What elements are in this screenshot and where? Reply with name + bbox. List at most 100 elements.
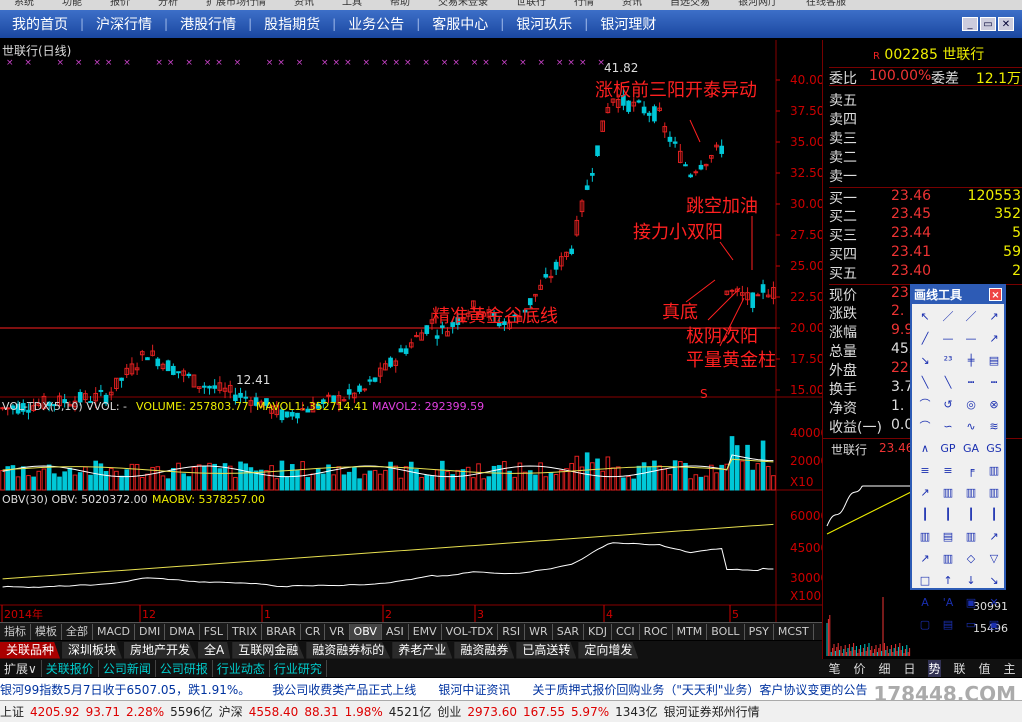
indicator-tab[interactable]: CCI [612, 623, 640, 640]
draw-tool-button[interactable]: ┅ [960, 372, 982, 393]
draw-tool-button[interactable]: ▥ [937, 548, 959, 569]
indicator-tab[interactable]: EMV [409, 623, 442, 640]
draw-tool-button[interactable]: ↗ [983, 306, 1005, 327]
indicator-tab[interactable]: CR [301, 623, 326, 640]
top-menu-item[interactable]: 资讯 [294, 0, 314, 8]
top-menu-item[interactable]: 自选交易 [670, 0, 710, 8]
draw-tool-button[interactable]: ↗ [914, 548, 936, 569]
draw-tool-button[interactable]: ／ [960, 306, 982, 327]
right-tab[interactable]: 日 [903, 660, 915, 677]
draw-tool-button[interactable]: ✕ [983, 592, 1005, 613]
draw-tool-button[interactable]: ▣ [960, 592, 982, 613]
indicator-tab[interactable]: FSL [200, 623, 228, 640]
draw-tool-button[interactable]: ↺ [937, 394, 959, 415]
draw-tool-button[interactable]: GP [937, 438, 959, 459]
nav-home[interactable]: 我的首页 [0, 14, 80, 34]
draw-tool-button[interactable]: ┃ [960, 504, 982, 525]
top-menu-item[interactable]: 行情 [574, 0, 594, 8]
draw-tool-button[interactable]: ↓ [960, 570, 982, 591]
sector-tab[interactable]: 已高送转 [516, 641, 577, 659]
indicator-tab[interactable]: PSY [745, 623, 774, 640]
kline-chart-area[interactable]: 40.00 37.50 35.00 32.50 30.00 27.50 25.00 22.50… [0, 40, 828, 622]
nav-galaxy-finance[interactable]: 银河理财 [588, 14, 668, 34]
indicator-tab[interactable]: ASI [382, 623, 409, 640]
top-menu-item[interactable]: 世联行 [516, 0, 546, 8]
ticker-item[interactable]: 我公司收费类产品正式上线 [272, 681, 416, 698]
draw-tool-close-icon[interactable]: × [989, 288, 1002, 301]
draw-tool-button[interactable]: ▥ [960, 482, 982, 503]
indicator-tab[interactable]: SAR [553, 623, 585, 640]
right-tab[interactable]: 细 [878, 660, 890, 677]
draw-tool-button[interactable]: ↗ [983, 328, 1005, 349]
draw-tool-button[interactable]: □ [914, 570, 936, 591]
draw-tool-button[interactable]: ≋ [983, 416, 1005, 437]
info-tab[interactable]: 公司新闻 [99, 659, 156, 677]
top-menu-item[interactable]: 银河网厅 [738, 0, 778, 8]
draw-tool-button[interactable]: ◎ [960, 394, 982, 415]
info-tab[interactable]: 关联报价 [42, 659, 99, 677]
draw-tool-titlebar[interactable]: 画线工具 × [912, 286, 1004, 304]
draw-tool-button[interactable]: ⌒ [914, 394, 936, 415]
right-tab[interactable]: 笔 [828, 660, 840, 677]
draw-tool-button[interactable]: ╲ [937, 372, 959, 393]
draw-tool-button[interactable]: ▤ [937, 614, 959, 635]
nav-galaxy-fun[interactable]: 银河玖乐 [504, 14, 584, 34]
sector-tab[interactable]: 定向增发 [578, 641, 639, 659]
minimize-icon[interactable]: _ [962, 17, 978, 31]
draw-tool-button[interactable]: ▥ [914, 526, 936, 547]
ticker-item[interactable]: 银河中证资讯 [438, 681, 510, 698]
indicator-tab[interactable]: WR [525, 623, 553, 640]
draw-tool-button[interactable]: ┅ [983, 372, 1005, 393]
draw-tool-button[interactable]: ≡ [914, 460, 936, 481]
info-tab[interactable]: 行业研究 [270, 659, 327, 677]
sector-tab[interactable]: 全A [198, 641, 231, 659]
indicator-tab[interactable]: MCST [774, 623, 814, 640]
indicator-tab[interactable]: MACD [93, 623, 135, 640]
draw-tool-button[interactable]: ▣ [983, 614, 1005, 635]
indicator-tab[interactable]: DMA [165, 623, 200, 640]
sector-tab[interactable]: 融资融券标的 [306, 641, 391, 659]
nav-hs-quotes[interactable]: 沪深行情 [84, 14, 164, 34]
sector-tab[interactable]: 互联网金融 [232, 641, 305, 659]
draw-tool-button[interactable]: ↘ [983, 570, 1005, 591]
draw-tool-button[interactable]: ⌒ [914, 416, 936, 437]
indicator-tab[interactable]: TRIX [228, 623, 263, 640]
close-icon[interactable]: ✕ [998, 17, 1014, 31]
info-tab[interactable]: 公司研报 [156, 659, 213, 677]
draw-tool-button[interactable]: ／ [937, 306, 959, 327]
indicator-tab[interactable]: 全部 [62, 623, 93, 640]
draw-tool-button[interactable]: ⊗ [983, 394, 1005, 415]
top-menu-item[interactable]: 分析 [158, 0, 178, 8]
indicator-tab[interactable]: OBV [349, 623, 382, 640]
draw-tool-button[interactable]: ▤ [983, 350, 1005, 371]
draw-tool-button[interactable]: ²³ [937, 350, 959, 371]
indicator-tab[interactable]: 指标 [0, 623, 31, 640]
nav-service[interactable]: 客服中心 [420, 14, 500, 34]
info-tab[interactable]: 行业动态 [213, 659, 270, 677]
draw-tool-button[interactable]: ▥ [983, 482, 1005, 503]
indicator-tab[interactable]: KDJ [584, 623, 612, 640]
top-menu-item[interactable]: 在线客服 [806, 0, 846, 8]
top-menu-item[interactable]: 交易未登录 [438, 0, 488, 8]
indicator-tab[interactable]: DMI [135, 623, 166, 640]
restore-icon[interactable]: ▭ [980, 17, 996, 31]
right-tab[interactable]: 价 [853, 660, 865, 677]
top-menu-item[interactable]: 资讯 [622, 0, 642, 8]
draw-tool-button[interactable]: ▽ [983, 548, 1005, 569]
draw-tool-button[interactable]: ↗ [983, 526, 1005, 547]
draw-tool-button[interactable]: ≡ [937, 460, 959, 481]
draw-tool-button[interactable]: ╲ [914, 372, 936, 393]
right-tab[interactable]: 值 [978, 660, 990, 677]
top-menu-item[interactable]: 报价 [110, 0, 130, 8]
ticker-item[interactable]: 银河99指数5月7日收于6507.05，跌1.91%。 [0, 681, 250, 698]
top-menu-item[interactable]: 系统 [14, 0, 34, 8]
draw-tool-button[interactable]: ┃ [914, 504, 936, 525]
draw-tool-button[interactable]: ▥ [937, 482, 959, 503]
draw-tool-button[interactable]: ╪ [960, 350, 982, 371]
top-menu-item[interactable]: 帮助 [390, 0, 410, 8]
draw-tool-button[interactable]: ▭ [960, 614, 982, 635]
ticker-item[interactable]: 关于质押式报价回购业务（"天天利"业务）客户协议变更的公告 [532, 681, 867, 698]
indicator-tab[interactable]: BRAR [262, 623, 302, 640]
draw-tool-button[interactable]: ▥ [983, 460, 1005, 481]
draw-tool-button[interactable]: ┃ [983, 504, 1005, 525]
